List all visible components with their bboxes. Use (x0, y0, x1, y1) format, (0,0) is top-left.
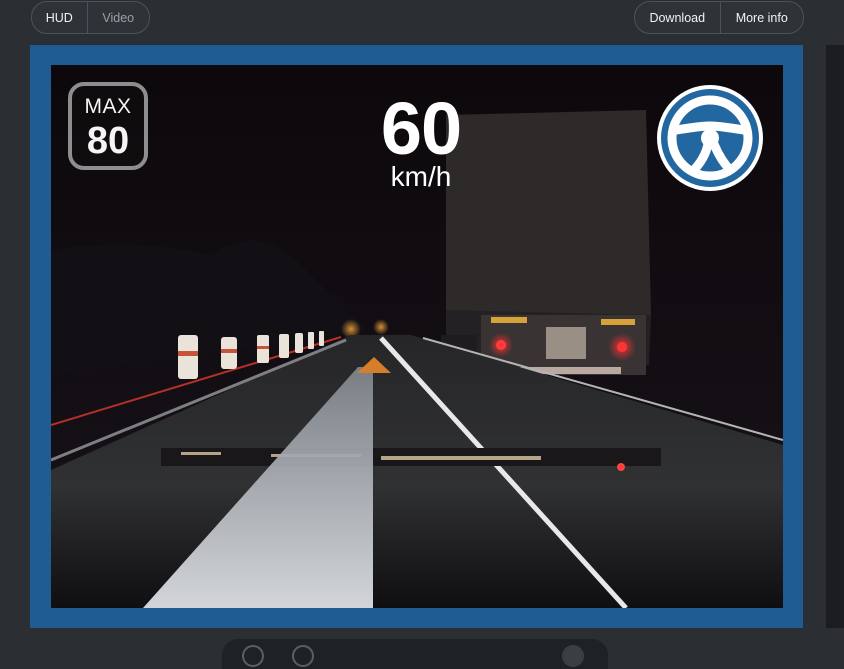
playback-controls (222, 639, 608, 669)
rewind-icon[interactable] (242, 645, 264, 667)
more-info-button[interactable]: More info (719, 2, 804, 33)
hud-frame: MAX 80 60 km/h (30, 45, 803, 628)
tab-hud[interactable]: HUD (32, 2, 87, 33)
current-speed-value: 60 (380, 87, 462, 170)
speed-limit-sign: MAX 80 (68, 82, 148, 170)
speed-unit: km/h (390, 161, 452, 192)
hud-viewport: MAX 80 60 km/h (51, 65, 783, 608)
forward-icon[interactable] (292, 645, 314, 667)
view-toggle: HUD Video (31, 1, 150, 34)
pause-icon[interactable] (562, 645, 584, 667)
side-panel-edge (826, 45, 844, 628)
speed-limit-value: 80 (86, 120, 130, 162)
download-button[interactable]: Download (635, 2, 720, 33)
action-group: Download More info (634, 1, 804, 34)
tab-video[interactable]: Video (86, 2, 149, 33)
speed-readout: 60 km/h (356, 87, 486, 192)
top-toolbar: HUD Video Download More info (0, 0, 844, 44)
speed-limit-label: MAX (84, 95, 132, 118)
steering-wheel-icon (656, 84, 764, 192)
